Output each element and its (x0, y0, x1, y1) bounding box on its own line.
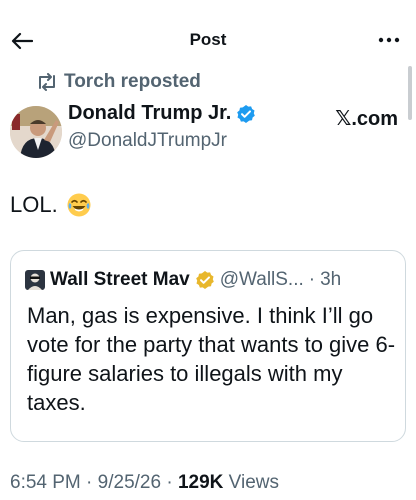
author-row: Donald Trump Jr. @DonaldJTrumpJr 𝕏.com (8, 100, 404, 160)
repost-indicator[interactable]: Torch reposted (36, 70, 201, 94)
avatar-image (10, 106, 62, 158)
more-dots-icon (378, 37, 400, 43)
scrollbar[interactable] (408, 66, 412, 120)
top-bar: Post (0, 0, 416, 78)
repost-label: Torch reposted (64, 71, 201, 92)
more-button[interactable] (376, 30, 402, 50)
meta-separator-2: · (166, 472, 173, 493)
page-title: Post (189, 30, 227, 49)
quote-header: Wall Street Mav @WallS... · 3h (25, 269, 341, 291)
verified-badge-gold-icon (195, 271, 214, 289)
quote-text: Man, gas is expensive. I think I’ll go v… (27, 303, 396, 415)
author-handle[interactable]: @DonaldJTrumpJr (68, 130, 227, 152)
quote-avatar-image (25, 270, 45, 290)
tweet-text-content: LOL. (10, 192, 58, 217)
views-label: Views (228, 472, 279, 493)
meta-separator-1: · (86, 472, 93, 493)
quote-author-handle[interactable]: @WallS... (220, 269, 304, 291)
repost-icon (39, 73, 55, 91)
author-name[interactable]: Donald Trump Jr. (68, 102, 256, 125)
quote-timestamp[interactable]: 3h (320, 269, 341, 291)
views-count: 129K (177, 472, 224, 493)
laughing-emoji-icon (67, 193, 91, 217)
author-name-text: Donald Trump Jr. (68, 102, 232, 124)
post-time[interactable]: 6:54 PM (10, 472, 81, 493)
tweet-text: LOL. (10, 192, 92, 218)
quoted-post-card[interactable]: Wall Street Mav @WallS... · 3h Man, gas … (10, 250, 406, 442)
quote-author-name[interactable]: Wall Street Mav (50, 269, 190, 291)
avatar[interactable] (10, 106, 62, 158)
post-meta: 6:54 PM · 9/25/26 · 129K Views (10, 472, 279, 494)
verified-badge-icon (237, 104, 256, 123)
quote-avatar[interactable] (25, 270, 45, 290)
source-label: 𝕏.com (335, 108, 398, 130)
post-date[interactable]: 9/25/26 (98, 472, 161, 493)
quote-separator: · (308, 269, 316, 290)
